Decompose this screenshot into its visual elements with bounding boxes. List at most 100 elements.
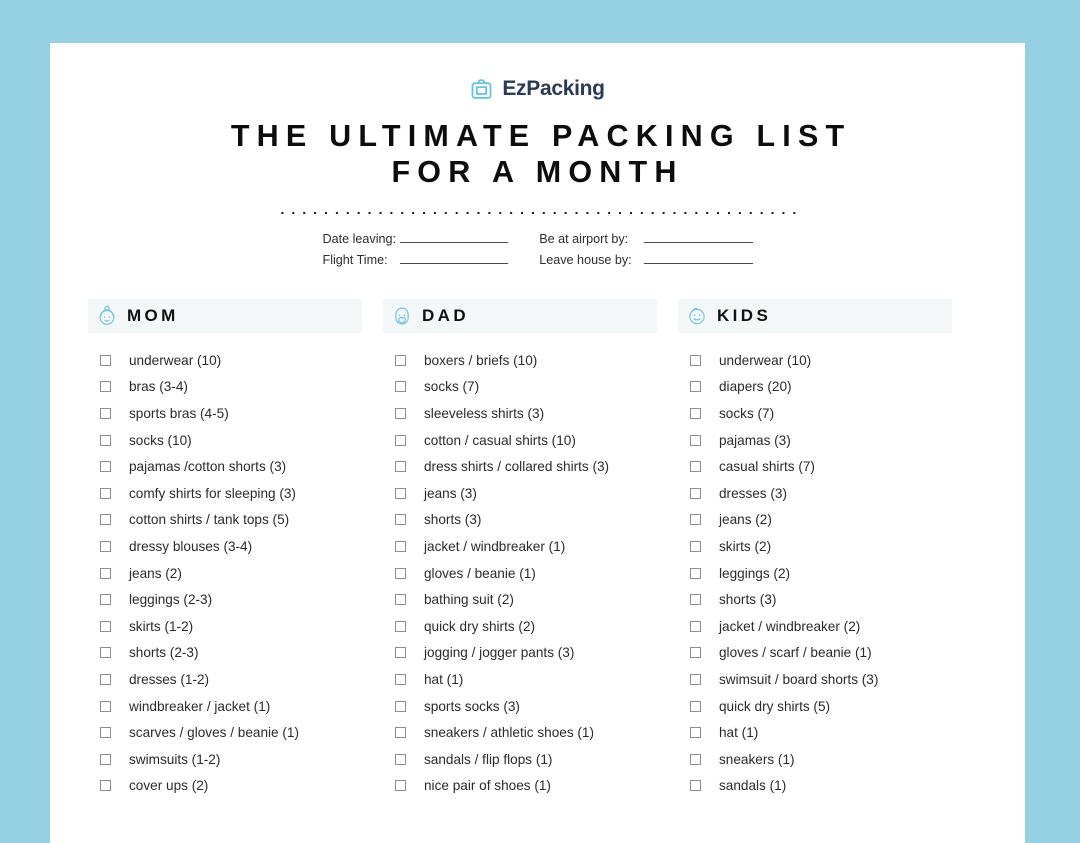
checkbox[interactable] (690, 647, 701, 659)
checkbox[interactable] (100, 461, 111, 473)
field-leave-house-by[interactable]: Leave house by: (539, 251, 753, 267)
checklist-item[interactable]: quick dry shirts (5) (690, 693, 952, 720)
checkbox[interactable] (100, 780, 111, 792)
checkbox[interactable] (100, 514, 111, 526)
checklist-item[interactable]: socks (7) (690, 400, 952, 427)
checklist-item[interactable]: jacket / windbreaker (2) (690, 613, 952, 640)
checkbox[interactable] (395, 514, 406, 526)
checkbox[interactable] (395, 727, 406, 739)
checklist-item[interactable]: leggings (2-3) (100, 586, 362, 613)
checklist-item[interactable]: jogging / jogger pants (3) (395, 640, 657, 667)
checklist-item[interactable]: bras (3-4) (100, 374, 362, 401)
checkbox[interactable] (395, 381, 406, 393)
checklist-item[interactable]: hat (1) (690, 719, 952, 746)
checklist-item[interactable]: jeans (2) (100, 560, 362, 587)
field-write-line[interactable] (644, 251, 753, 264)
checkbox[interactable] (690, 753, 701, 765)
checklist-item[interactable]: underwear (10) (690, 347, 952, 374)
checkbox[interactable] (100, 620, 111, 632)
checkbox[interactable] (395, 354, 406, 366)
checklist-item[interactable]: scarves / gloves / beanie (1) (100, 719, 362, 746)
checkbox[interactable] (395, 461, 406, 473)
checklist-item[interactable]: sneakers (1) (690, 746, 952, 773)
checklist-item[interactable]: pajamas /cotton shorts (3) (100, 453, 362, 480)
field-write-line[interactable] (399, 251, 509, 264)
checklist-item[interactable]: cover ups (2) (100, 773, 362, 800)
field-write-line[interactable] (644, 230, 753, 243)
checklist-item[interactable]: shorts (3) (690, 586, 952, 613)
checklist-item[interactable]: quick dry shirts (2) (395, 613, 657, 640)
checkbox[interactable] (690, 673, 701, 685)
checkbox[interactable] (100, 673, 111, 685)
checkbox[interactable] (690, 540, 701, 552)
checkbox[interactable] (100, 567, 111, 579)
checklist-item[interactable]: sleeveless shirts (3) (395, 400, 657, 427)
checklist-item[interactable]: skirts (1-2) (100, 613, 362, 640)
checklist-item[interactable]: jeans (3) (395, 480, 657, 507)
checklist-item[interactable]: dresses (3) (690, 480, 952, 507)
checklist-item[interactable]: bathing suit (2) (395, 586, 657, 613)
checklist-item[interactable]: hat (1) (395, 666, 657, 693)
checkbox[interactable] (690, 594, 701, 606)
checklist-item[interactable]: jeans (2) (690, 507, 952, 534)
checkbox[interactable] (395, 487, 406, 499)
checkbox[interactable] (690, 700, 701, 712)
checklist-item[interactable]: skirts (2) (690, 533, 952, 560)
checkbox[interactable] (395, 434, 406, 446)
checklist-item[interactable]: swimsuits (1-2) (100, 746, 362, 773)
checkbox[interactable] (690, 434, 701, 446)
checkbox[interactable] (395, 753, 406, 765)
checkbox[interactable] (690, 514, 701, 526)
checkbox[interactable] (100, 354, 111, 366)
checklist-item[interactable]: dress shirts / collared shirts (3) (395, 453, 657, 480)
checkbox[interactable] (100, 647, 111, 659)
field-flight-time[interactable]: Flight Time: (323, 251, 509, 267)
checklist-item[interactable]: underwear (10) (100, 347, 362, 374)
checkbox[interactable] (395, 567, 406, 579)
checklist-item[interactable]: cotton shirts / tank tops (5) (100, 507, 362, 534)
checkbox[interactable] (100, 594, 111, 606)
checkbox[interactable] (690, 461, 701, 473)
checkbox[interactable] (690, 727, 701, 739)
checklist-item[interactable]: comfy shirts for sleeping (3) (100, 480, 362, 507)
checklist-item[interactable]: diapers (20) (690, 374, 952, 401)
checklist-item[interactable]: shorts (2-3) (100, 640, 362, 667)
checklist-item[interactable]: sandals / flip flops (1) (395, 746, 657, 773)
checklist-item[interactable]: nice pair of shoes (1) (395, 773, 657, 800)
checkbox[interactable] (100, 540, 111, 552)
checklist-item[interactable]: dresses (1-2) (100, 666, 362, 693)
checklist-item[interactable]: swimsuit / board shorts (3) (690, 666, 952, 693)
checklist-item[interactable]: dressy blouses (3-4) (100, 533, 362, 560)
checkbox[interactable] (690, 567, 701, 579)
checklist-item[interactable]: windbreaker / jacket (1) (100, 693, 362, 720)
checklist-item[interactable]: socks (10) (100, 427, 362, 454)
checkbox[interactable] (395, 620, 406, 632)
checklist-item[interactable]: sports bras (4-5) (100, 400, 362, 427)
checkbox[interactable] (395, 594, 406, 606)
checkbox[interactable] (690, 381, 701, 393)
field-date-leaving[interactable]: Date leaving: (323, 230, 509, 246)
checklist-item[interactable]: socks (7) (395, 374, 657, 401)
checkbox[interactable] (100, 487, 111, 499)
checklist-item[interactable]: shorts (3) (395, 507, 657, 534)
checklist-item[interactable]: gloves / scarf / beanie (1) (690, 640, 952, 667)
checklist-item[interactable]: boxers / briefs (10) (395, 347, 657, 374)
field-be-at-airport-by[interactable]: Be at airport by: (539, 230, 753, 246)
checkbox[interactable] (690, 354, 701, 366)
checkbox[interactable] (395, 673, 406, 685)
checkbox[interactable] (395, 780, 406, 792)
checkbox[interactable] (100, 407, 111, 419)
checkbox[interactable] (100, 434, 111, 446)
field-write-line[interactable] (400, 230, 509, 243)
checkbox[interactable] (690, 487, 701, 499)
checklist-item[interactable]: leggings (2) (690, 560, 952, 587)
checklist-item[interactable]: jacket / windbreaker (1) (395, 533, 657, 560)
checklist-item[interactable]: casual shirts (7) (690, 453, 952, 480)
checkbox[interactable] (100, 753, 111, 765)
checklist-item[interactable]: sandals (1) (690, 773, 952, 800)
checkbox[interactable] (395, 700, 406, 712)
checkbox[interactable] (395, 540, 406, 552)
checkbox[interactable] (395, 647, 406, 659)
checkbox[interactable] (100, 381, 111, 393)
checkbox[interactable] (690, 620, 701, 632)
